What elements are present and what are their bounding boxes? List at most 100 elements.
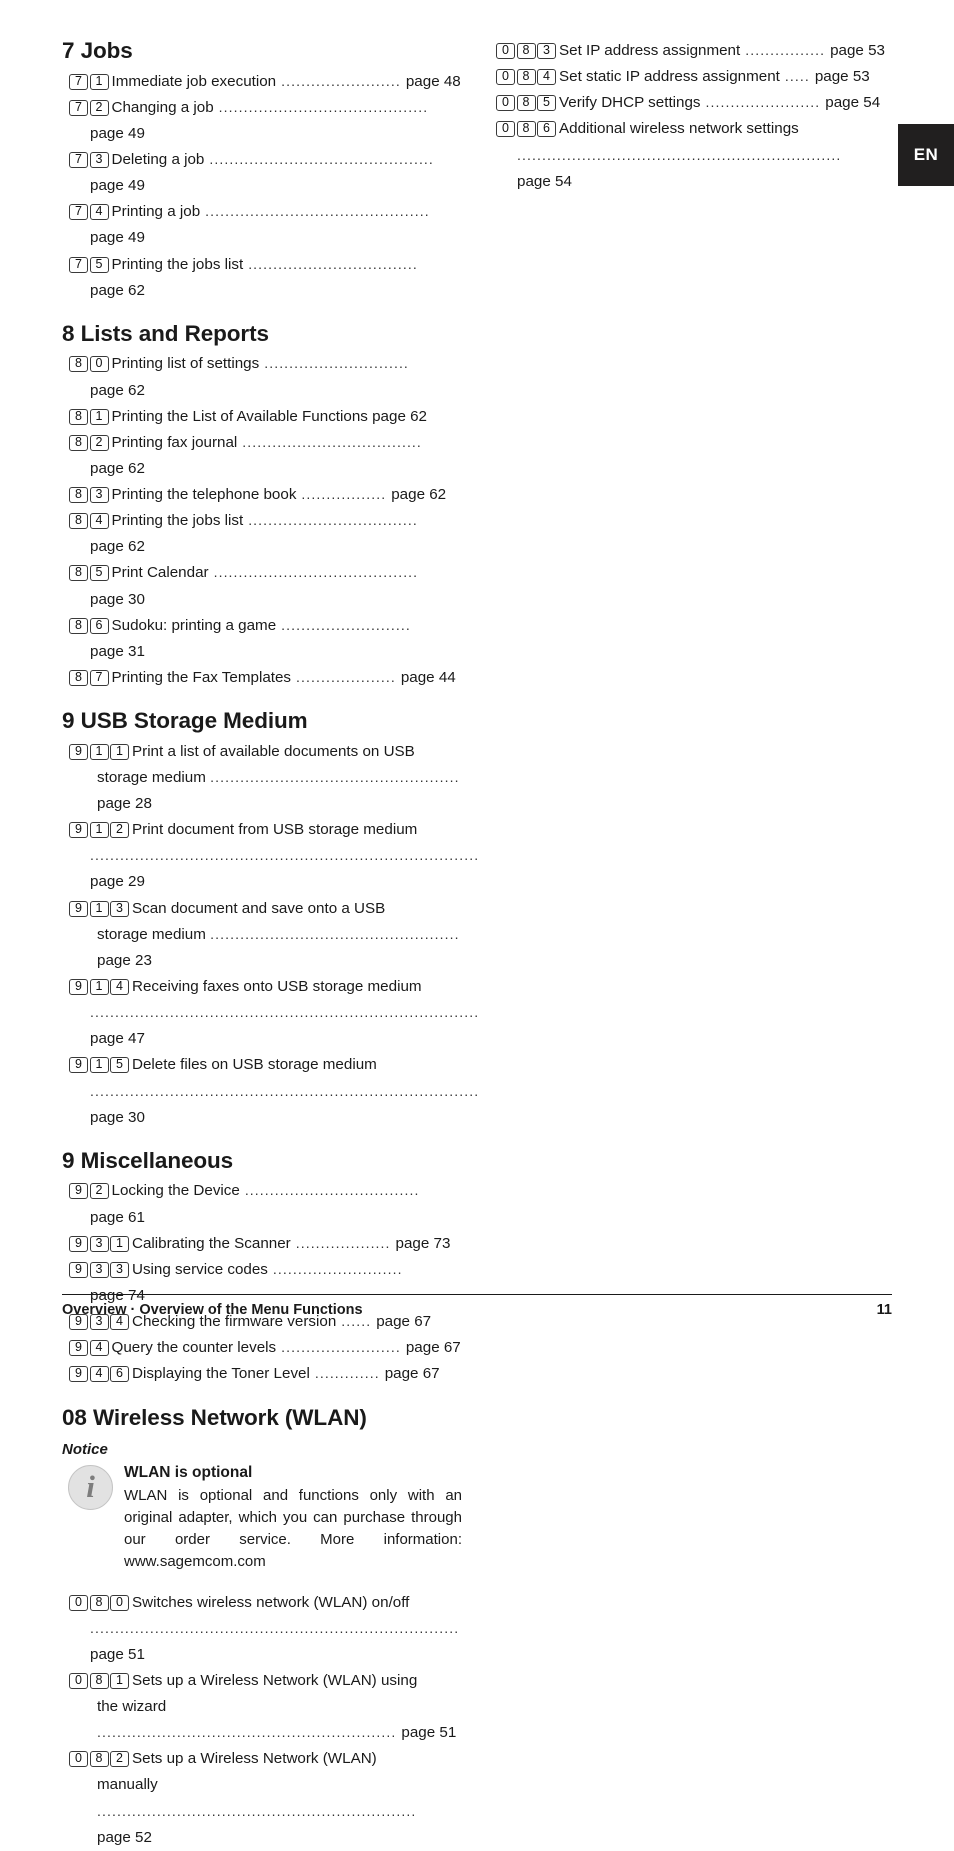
- toc-entry-title: Sudoku: printing a game: [111, 616, 277, 634]
- toc-entry[interactable]: 9 1 3 Scan document and save onto a USB stor…: [62, 896, 462, 974]
- menu-key: 8: [69, 617, 88, 634]
- notice-text: WLAN is optional and functions only with…: [124, 1486, 462, 1571]
- menu-key: 1: [89, 822, 109, 839]
- toc-entry-title: Set IP address assignment: [559, 42, 741, 59]
- menu-key: 7: [69, 204, 88, 221]
- menu-key: 5: [537, 95, 556, 112]
- menu-key: 1: [110, 743, 129, 760]
- menu-key: 4: [89, 1366, 109, 1383]
- menu-key-sequence: 83: [69, 486, 109, 504]
- menu-key: 9: [69, 1261, 88, 1278]
- menu-key-sequence: 94: [69, 1339, 109, 1357]
- toc-entry[interactable]: 8 1 Printing the List of Available Functio…: [62, 404, 462, 430]
- menu-key: 8: [69, 670, 88, 687]
- toc-entry[interactable]: 9 1 5 Delete files on USB storage medium...…: [62, 1052, 478, 1130]
- menu-key-sequence: 84: [69, 512, 109, 530]
- toc-entry[interactable]: 9 3 1 Calibrating the Scanner .............…: [62, 1231, 462, 1257]
- toc-entry[interactable]: 0 8 4 Set static IP address assignment ....…: [489, 64, 889, 90]
- toc-page-ref: page 48: [405, 72, 461, 90]
- menu-key: 3: [110, 900, 129, 917]
- menu-key: 0: [110, 1594, 129, 1611]
- menu-key: 3: [89, 1261, 109, 1278]
- menu-key: 5: [89, 565, 109, 582]
- toc-page-ref: page 49: [90, 177, 145, 195]
- toc-leader-dots: ....................: [291, 669, 401, 686]
- toc-entry-title: Set static IP address assignment: [559, 68, 780, 86]
- toc-entry[interactable]: 8 6 Sudoku: printing a game ..............…: [62, 613, 462, 665]
- toc-entry[interactable]: 9 4 6 Displaying the Toner Level ..........…: [62, 1361, 462, 1387]
- toc-entry[interactable]: 7 4 Printing a job .......................…: [62, 199, 462, 251]
- menu-key: 2: [89, 99, 109, 116]
- menu-key: 5: [110, 1057, 129, 1074]
- toc-entry-title-continued: manually: [97, 1776, 158, 1794]
- toc-entry-title: Print a list of available documents on U…: [132, 742, 415, 760]
- right-column: 0 8 3 Set IP address assignment ...........…: [489, 38, 889, 195]
- menu-key: 0: [69, 1672, 88, 1689]
- toc-entry-title: Printing the jobs list: [111, 512, 244, 530]
- toc-page-ref: page 62: [90, 381, 145, 399]
- toc-entry[interactable]: 0 8 3 Set IP address assignment ...........…: [489, 38, 889, 64]
- toc-entry[interactable]: 9 4 Query the counter levels .............…: [62, 1335, 462, 1361]
- menu-key-sequence: 933: [69, 1261, 129, 1278]
- menu-key: 8: [69, 408, 88, 425]
- toc-entry[interactable]: 7 2 Changing a job .......................…: [62, 95, 462, 147]
- toc-page-ref: page 31: [90, 642, 145, 660]
- toc-entry[interactable]: 9 1 4 Receiving faxes onto USB storage medi…: [62, 974, 478, 1052]
- menu-key: 3: [89, 487, 109, 504]
- toc-entry[interactable]: 0 8 2 Sets up a Wireless Network (WLAN) manu…: [62, 1746, 462, 1851]
- menu-key: 8: [69, 513, 88, 530]
- toc-leader-dots: ........................................…: [200, 203, 430, 220]
- wlan-entry-list: 0 8 0 Switches wireless network (WLAN) on/o…: [62, 1590, 462, 1851]
- menu-key-sequence: 913: [69, 900, 129, 917]
- menu-key-sequence: 74: [69, 203, 109, 221]
- toc-entry[interactable]: 0 8 6 Additional wireless network settings.…: [489, 116, 889, 194]
- toc-entry[interactable]: 9 1 1 Print a list of available documents o…: [62, 739, 462, 817]
- toc-entry[interactable]: 0 8 5 Verify DHCP settings ................…: [489, 90, 889, 116]
- toc-entry-title: Printing fax journal: [111, 433, 238, 451]
- toc-entry-title: Verify DHCP settings: [559, 94, 701, 112]
- toc-entry[interactable]: 8 0 Printing list of settings ............…: [62, 351, 462, 403]
- menu-key: 5: [89, 256, 109, 273]
- menu-key-sequence: 081: [69, 1672, 129, 1689]
- toc-leader-dots: ........................: [276, 1339, 406, 1356]
- toc-entry-title: Deleting a job: [111, 150, 205, 168]
- menu-key: 0: [69, 1751, 88, 1768]
- toc-leader-dots: .................: [296, 486, 392, 503]
- toc-entry[interactable]: 9 2 Locking the Device ...................…: [62, 1178, 462, 1230]
- menu-key: 8: [69, 565, 88, 582]
- menu-key-sequence: 85: [69, 564, 109, 582]
- toc-entry[interactable]: 8 7 Printing the Fax Templates ...........…: [62, 665, 462, 691]
- toc-entry-continuation: storage medium .........................…: [90, 765, 462, 817]
- toc-entry[interactable]: 9 1 2 Print document from USB storage mediu…: [62, 817, 478, 895]
- menu-key: 9: [69, 743, 88, 760]
- menu-key: 1: [89, 1057, 109, 1074]
- toc-entry[interactable]: 8 4 Printing the jobs list ...............…: [62, 508, 462, 560]
- toc-page-ref: page 54: [825, 94, 881, 112]
- toc-entry[interactable]: 8 2 Printing fax journal .................…: [62, 430, 462, 482]
- toc-entry[interactable]: 7 3 Deleting a job .......................…: [62, 147, 462, 199]
- menu-key: 0: [496, 121, 515, 138]
- menu-key-sequence: 911: [69, 743, 129, 760]
- menu-key-sequence: 92: [69, 1182, 109, 1200]
- toc-entry-title: Receiving faxes onto USB storage medium: [132, 978, 422, 995]
- toc-entry[interactable]: 7 1 Immediate job execution ..............…: [62, 69, 462, 95]
- toc-entry-title: Print document from USB storage medium: [132, 821, 418, 839]
- menu-key: 4: [89, 1340, 109, 1357]
- toc-page-ref: page 62: [372, 407, 428, 425]
- toc-entry[interactable]: 0 8 1 Sets up a Wireless Network (WLAN) usi…: [62, 1668, 462, 1746]
- menu-key: 8: [89, 1751, 109, 1768]
- menu-key-sequence: 82: [69, 434, 109, 451]
- toc-entry[interactable]: 8 5 Print Calendar .......................…: [62, 560, 462, 612]
- toc-entry[interactable]: 8 3 Printing the telephone book ..........…: [62, 482, 462, 508]
- toc-leader-dots: ........................................…: [97, 1724, 402, 1741]
- toc-leader-dots: ........................................…: [213, 98, 429, 115]
- toc-entry[interactable]: 7 5 Printing the jobs list ...............…: [62, 252, 462, 304]
- toc-entry-title: Delete files on USB storage medium: [132, 1056, 377, 1074]
- toc-page-ref: page 73: [395, 1234, 451, 1252]
- toc-entry-title: Additional wireless network settings: [559, 120, 799, 138]
- notice-label: Notice: [62, 1441, 108, 1459]
- toc-leader-dots: ........................................…: [204, 150, 434, 167]
- toc-entry[interactable]: 0 8 0 Switches wireless network (WLAN) on/o…: [62, 1590, 462, 1668]
- menu-key: 8: [89, 1594, 109, 1611]
- info-icon: i: [68, 1465, 113, 1511]
